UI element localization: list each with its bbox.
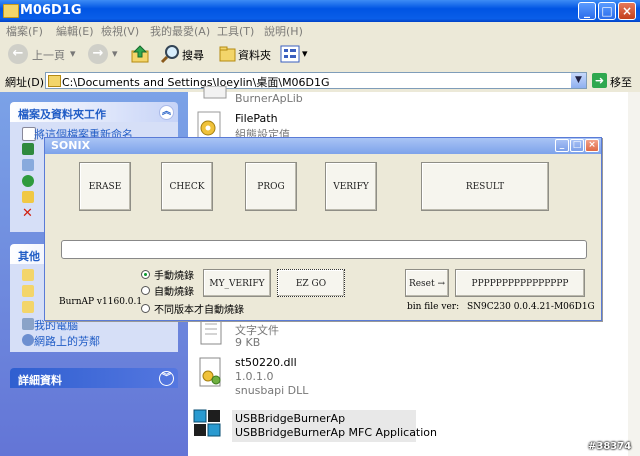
address-bar: 網址(D) C:\Documents and Settings\Joeylin\… <box>0 70 640 93</box>
go-label[interactable]: 移至 <box>610 74 632 90</box>
radio-manual[interactable] <box>141 270 150 279</box>
explorer-title-bar: M06D1G _ □ × <box>0 0 640 22</box>
search-label[interactable]: 搜尋 <box>182 47 204 63</box>
menu-bar: 檔案(F) 編輯(E) 檢視(V) 我的最愛(A) 工具(T) 說明(H) <box>0 22 640 39</box>
go-arrow-icon[interactable]: ➜ <box>592 73 607 88</box>
views-dropdown-icon[interactable]: ▾ <box>302 47 308 60</box>
file-description: snusbapi DLL <box>235 384 309 397</box>
maximize-button[interactable]: □ <box>598 2 616 20</box>
bin-file-version: SN9C230 0.0.4.21-M06D1G <box>467 302 595 312</box>
back-arrow-icon[interactable]: ← <box>8 44 28 64</box>
dll-file-icon <box>203 86 227 99</box>
dialog-title: SONIX <box>51 139 91 152</box>
forward-arrow-icon[interactable]: → <box>88 44 108 64</box>
forward-dropdown-icon[interactable]: ▾ <box>112 47 118 60</box>
file-tasks-header[interactable]: 檔案及資料夾工作 ︽ <box>10 102 178 122</box>
verify-button[interactable]: VERIFY <box>325 162 377 211</box>
collapse-chevron-icon[interactable]: ︽ <box>159 105 174 120</box>
p-button[interactable]: PPPPPPPPPPPPPPPP <box>455 269 585 297</box>
back-dropdown-icon[interactable]: ▾ <box>70 47 76 60</box>
file-size: 9 KB <box>235 336 261 349</box>
file-name[interactable]: FilePath <box>235 112 278 125</box>
address-path: C:\Documents and Settings\Joeylin\桌面\M06… <box>62 76 330 89</box>
email-icon <box>22 191 34 203</box>
dll-file-icon <box>199 357 221 387</box>
views-icon[interactable] <box>280 44 302 64</box>
dialog-minimize-button[interactable]: _ <box>555 139 569 152</box>
folder-icon <box>48 75 61 87</box>
version-label: BurnAP v1160.0.1 <box>59 297 143 307</box>
check-button[interactable]: CHECK <box>161 162 213 211</box>
menu-favorites[interactable]: 我的最愛(A) <box>150 23 210 39</box>
menu-help[interactable]: 說明(H) <box>264 23 303 39</box>
file-sub[interactable]: BurnerApLib <box>235 92 303 105</box>
address-input[interactable]: C:\Documents and Settings\Joeylin\桌面\M06… <box>45 72 587 89</box>
menu-edit[interactable]: 編輯(E) <box>56 23 94 39</box>
folder-icon <box>22 301 34 313</box>
folders-label[interactable]: 資料夾 <box>238 47 271 63</box>
window-title: M06D1G <box>20 3 82 18</box>
delete-icon: ✕ <box>22 206 33 221</box>
radio-auto-label[interactable]: 自動燒錄 <box>154 283 194 298</box>
expand-chevron-icon[interactable]: ︾ <box>159 371 174 386</box>
move-icon <box>22 143 34 155</box>
prog-button[interactable]: PROG <box>245 162 297 211</box>
radio-auto[interactable] <box>141 286 150 295</box>
desktop-icon <box>22 269 34 281</box>
sonix-dialog: SONIX _ □ × ERASE CHECK PROG VERIFY RESU… <box>44 137 602 321</box>
dialog-maximize-button[interactable]: □ <box>570 139 584 152</box>
watermark: #38374 <box>588 441 632 452</box>
toolbar: ← 上一頁 ▾ → ▾ 搜尋 資料夾 ▾ <box>0 38 640 71</box>
dialog-close-button[interactable]: × <box>585 139 599 152</box>
file-description: USBBridgeBurnerAp MFC Application <box>235 426 438 439</box>
reset-button[interactable]: Reset → <box>405 269 449 297</box>
copy-icon <box>22 159 34 171</box>
address-dropdown-icon[interactable]: ▼ <box>571 73 586 88</box>
radio-diff-version[interactable] <box>141 304 150 313</box>
place-network[interactable]: 網路上的芳鄰 <box>34 333 100 349</box>
erase-button[interactable]: ERASE <box>79 162 131 211</box>
progress-bar <box>61 240 587 259</box>
radio-diff-version-label[interactable]: 不同版本才自動燒錄 <box>154 301 244 316</box>
search-icon[interactable] <box>160 44 180 64</box>
my-verify-button[interactable]: MY_VERIFY <box>203 269 271 297</box>
file-name[interactable]: st50220.dll <box>235 356 297 369</box>
ez-go-button[interactable]: EZ GO <box>277 269 345 297</box>
radio-manual-label[interactable]: 手動燒錄 <box>154 267 194 282</box>
application-icon <box>193 409 221 437</box>
my-computer-icon <box>22 318 34 330</box>
details-header[interactable]: 詳細資料 ︾ <box>10 368 178 388</box>
address-label: 網址(D) <box>5 76 45 89</box>
publish-icon <box>22 175 34 187</box>
file-name[interactable]: USBBridgeBurnerAp <box>235 412 345 425</box>
menu-view[interactable]: 檢視(V) <box>101 23 139 39</box>
folder-icon <box>22 285 34 297</box>
back-label[interactable]: 上一頁 <box>32 47 65 63</box>
bin-file-label: bin file ver: <box>407 302 460 312</box>
file-version: 1.0.1.0 <box>235 370 274 383</box>
dialog-title-bar: SONIX _ □ × <box>45 138 601 154</box>
vertical-scrollbar[interactable] <box>628 92 640 456</box>
folders-icon[interactable] <box>218 44 238 64</box>
minimize-button[interactable]: _ <box>578 2 596 20</box>
close-button[interactable]: × <box>618 2 636 20</box>
menu-tools[interactable]: 工具(T) <box>217 23 254 39</box>
up-folder-icon[interactable] <box>130 44 150 64</box>
result-button[interactable]: RESULT <box>421 162 549 211</box>
folder-icon <box>3 4 19 18</box>
menu-file[interactable]: 檔案(F) <box>6 23 43 39</box>
network-places-icon <box>22 334 34 346</box>
